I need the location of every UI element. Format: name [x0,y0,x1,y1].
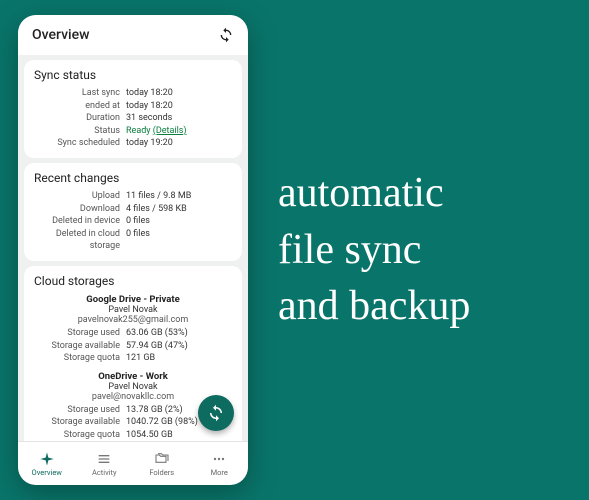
page-title: Overview [32,27,89,43]
nav-folders[interactable]: Folders [133,451,191,477]
recent-changes-title: Recent changes [34,171,232,185]
bottom-nav: Overview Activity Folders More [18,441,248,485]
marketing-text: automatic file sync and backup [278,165,470,335]
storage-user: Pavel Novak [34,305,232,315]
nav-more[interactable]: More [191,451,249,477]
marketing-panel: automatic file sync and backup [248,165,589,335]
row-ended-at: ended attoday 18:20 [34,100,232,113]
list-icon [96,451,112,467]
storage-account[interactable]: Google Drive - Private Pavel Novak pavel… [34,294,232,365]
sync-status-title: Sync status [34,68,232,82]
sparkle-icon [39,451,55,467]
sync-status-card: Sync status Last synctoday 18:20 ended a… [24,60,242,158]
sync-fab[interactable] [198,395,234,431]
row-upload: Upload11 files / 9.8 MB [34,190,232,203]
storage-email: pavelnovak255@gmail.com [34,315,232,325]
status-value: Ready [126,126,151,136]
details-link[interactable]: (Details) [153,126,187,136]
nav-activity[interactable]: Activity [76,451,134,477]
storage-name: OneDrive - Work [34,371,232,382]
row-download: Download4 files / 598 KB [34,203,232,216]
content-scroll[interactable]: Sync status Last synctoday 18:20 ended a… [18,55,248,441]
storage-name: Google Drive - Private [34,294,232,305]
row-status: StatusReady (Details) [34,125,232,138]
phone-frame: Overview Sync status Last synctoday 18:2… [18,15,248,485]
row-deleted-cloud: Deleted in cloud storage0 files [34,228,232,253]
sync-icon[interactable] [218,27,234,43]
app-header: Overview [18,15,248,55]
row-last-sync: Last synctoday 18:20 [34,87,232,100]
recent-changes-card: Recent changes Upload11 files / 9.8 MB D… [24,163,242,261]
nav-overview[interactable]: Overview [18,451,76,477]
row-duration: Duration31 seconds [34,112,232,125]
row-deleted-device: Deleted in device0 files [34,215,232,228]
folders-icon [154,451,170,467]
dots-icon [211,451,227,467]
row-scheduled: Sync scheduledtoday 19:20 [34,137,232,150]
storage-user: Pavel Novak [34,382,232,392]
cloud-storages-title: Cloud storages [34,274,232,288]
